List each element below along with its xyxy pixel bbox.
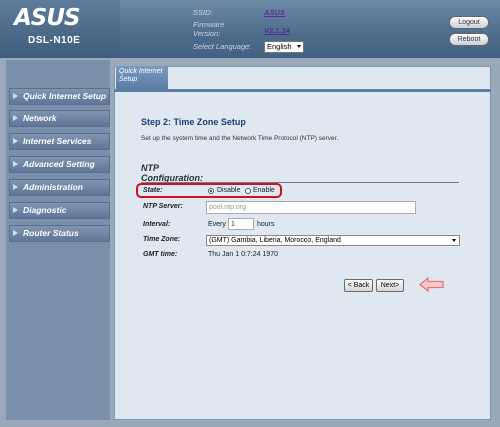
- timezone-value: (GMT) Gambia, Liberia, Morocco, England: [209, 237, 341, 244]
- state-disable-radio[interactable]: [208, 188, 214, 194]
- sidebar-item-label: Advanced Setting: [23, 159, 95, 169]
- back-button[interactable]: < Back: [344, 279, 373, 292]
- arrow-icon: [13, 230, 18, 236]
- interval-input[interactable]: 1: [228, 218, 254, 230]
- sidebar-item-label: Quick Internet Setup: [23, 91, 107, 101]
- logo-area: ASUS DSL-N10E: [0, 0, 120, 58]
- sidebar-item-advanced-setting[interactable]: Advanced Setting: [9, 156, 110, 173]
- interval-label: Interval:: [143, 221, 171, 228]
- language-value: English: [267, 42, 292, 51]
- ntp-server-label: NTP Server:: [143, 203, 183, 210]
- firmware-label: Firmware Version:: [193, 20, 225, 38]
- section-title: NTP Configuration:: [141, 163, 203, 183]
- language-select[interactable]: English: [264, 41, 304, 53]
- ntp-server-input[interactable]: pool.ntp.org: [206, 201, 416, 214]
- chevron-down-icon: [297, 45, 301, 48]
- sidebar-item-label: Network: [23, 113, 57, 123]
- sidebar-item-internet-services[interactable]: Internet Services: [9, 133, 110, 150]
- tab-underline: [114, 89, 491, 92]
- section-title-line1: NTP: [141, 163, 159, 173]
- state-disable-label: Disable: [217, 187, 241, 194]
- page-title: Step 2: Time Zone Setup: [141, 117, 246, 127]
- language-label: Select Language:: [193, 42, 252, 51]
- sidebar-item-label: Router Status: [23, 228, 79, 238]
- gmt-time-label: GMT time:: [143, 251, 178, 258]
- arrow-icon: [13, 115, 18, 121]
- state-enable-radio[interactable]: [245, 188, 251, 194]
- ssid-label: SSID:: [193, 8, 213, 17]
- gmt-time-value: Thu Jan 1 0:7:24 1970: [208, 251, 279, 258]
- sidebar-item-network[interactable]: Network: [9, 110, 110, 127]
- asus-logo: ASUS: [14, 5, 81, 31]
- arrow-icon: [13, 184, 18, 190]
- interval-prefix: Every: [208, 221, 226, 228]
- state-enable-label: Enable: [253, 187, 275, 194]
- sidebar-item-label: Administration: [23, 182, 83, 192]
- ssid-link[interactable]: ASUS: [264, 8, 285, 17]
- firmware-link[interactable]: V2.1.14: [264, 26, 290, 35]
- chevron-down-icon: [452, 239, 456, 242]
- arrow-icon: [13, 138, 18, 144]
- page-description: Set up the system time and the Network T…: [141, 135, 339, 142]
- sidebar-item-diagnostic[interactable]: Diagnostic: [9, 202, 110, 219]
- timezone-label: Time Zone:: [143, 236, 181, 243]
- sidebar-item-router-status[interactable]: Router Status: [9, 225, 110, 242]
- arrow-icon: [13, 207, 18, 213]
- tab-quick-internet-setup[interactable]: Quick Internet Setup: [116, 66, 168, 89]
- header: ASUS DSL-N10E SSID: ASUS Firmware Versio…: [0, 0, 500, 58]
- interval-suffix: hours: [257, 221, 275, 228]
- logout-button[interactable]: Logout: [449, 16, 489, 29]
- arrow-icon: [13, 93, 18, 99]
- sidebar: Quick Internet Setup Network Internet Se…: [6, 60, 110, 420]
- model-name: DSL-N10E: [28, 35, 81, 46]
- next-button[interactable]: Next>: [376, 279, 404, 292]
- timezone-select[interactable]: (GMT) Gambia, Liberia, Morocco, England: [206, 235, 460, 246]
- reboot-button[interactable]: Reboot: [449, 33, 489, 46]
- sidebar-item-label: Diagnostic: [23, 205, 67, 215]
- pointer-arrow-icon: [419, 277, 444, 292]
- sidebar-item-administration[interactable]: Administration: [9, 179, 110, 196]
- arrow-icon: [13, 161, 18, 167]
- sidebar-item-label: Internet Services: [23, 136, 92, 146]
- sidebar-item-quick-internet-setup[interactable]: Quick Internet Setup: [9, 88, 110, 105]
